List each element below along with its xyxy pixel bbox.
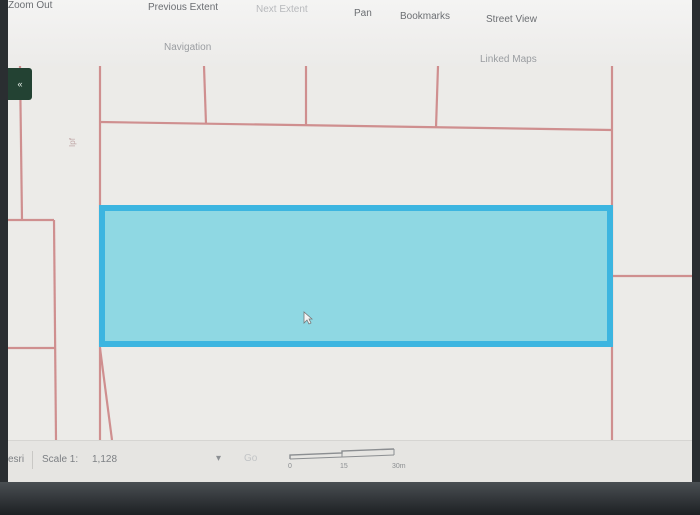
previous-extent-button[interactable]: Previous Extent: [148, 2, 218, 13]
statusbar-divider: [32, 451, 33, 469]
desktop-taskbar: [0, 482, 700, 515]
chevron-down-icon[interactable]: ▾: [216, 453, 221, 464]
collapse-panel-icon[interactable]: «: [8, 68, 32, 100]
status-bar: esri Scale 1: 1,128 ▾ Go 0 15 30m: [8, 440, 692, 482]
street-view-button[interactable]: Street View: [486, 14, 537, 25]
next-extent-button[interactable]: Next Extent: [256, 4, 308, 15]
parcel-map: [8, 66, 692, 440]
bookmarks-button[interactable]: Bookmarks: [400, 11, 450, 22]
parcel-number-label: Ipf: [67, 138, 77, 147]
ribbon-toolbar: Zoom Out Previous Extent Next Extent Pan…: [8, 0, 692, 67]
scale-bar: 0 15 30m: [284, 447, 412, 471]
scale-input[interactable]: 1,128: [92, 454, 117, 465]
navigation-group-label: Navigation: [164, 42, 212, 53]
linked-maps-group-label: Linked Maps: [480, 54, 537, 65]
scale-label: Scale 1:: [42, 454, 79, 465]
map-view[interactable]: Ipf: [8, 66, 692, 440]
scalebar-tick-label: 15: [340, 463, 348, 470]
pan-button[interactable]: Pan: [354, 8, 372, 19]
scalebar-tick-label: 30m: [392, 463, 406, 470]
scalebar-tick-label: 0: [288, 463, 292, 470]
zoom-out-button[interactable]: Zoom Out: [8, 0, 52, 11]
scale-go-button[interactable]: Go: [244, 453, 257, 464]
mouse-pointer-icon: [303, 311, 313, 325]
application-window: Zoom Out Previous Extent Next Extent Pan…: [8, 0, 692, 482]
selected-parcel-highlight[interactable]: [99, 205, 613, 347]
coordinate-system-label: esri: [8, 454, 25, 465]
